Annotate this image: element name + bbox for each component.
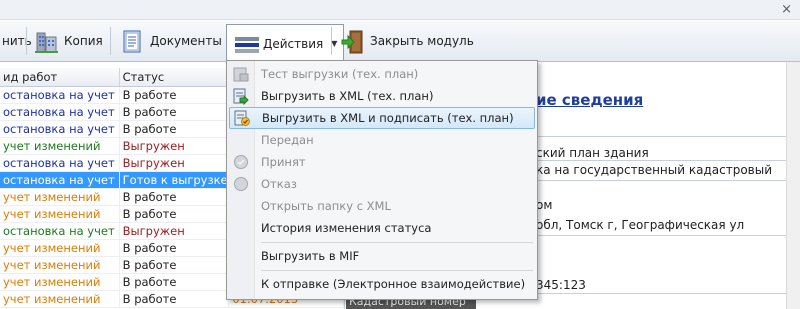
actions-button[interactable]: Действия ▼ xyxy=(226,24,345,62)
rejected-icon xyxy=(229,173,253,195)
export-xml-icon xyxy=(229,85,253,107)
cell-work-type: учет изменений xyxy=(0,189,120,205)
detail-line: обл, Томск г, Географическая ул xyxy=(536,218,745,232)
detail-scrollbar[interactable] xyxy=(786,62,800,309)
documents-button[interactable]: Документы ▼ xyxy=(114,24,242,58)
cell-status: В работе xyxy=(120,189,230,205)
cell-status: В работе xyxy=(120,274,230,290)
menu-item-export-mif[interactable]: Выгрузить в MIF xyxy=(229,245,535,267)
cell-status: В работе xyxy=(120,291,230,307)
close-module-label: Закрыть модуль xyxy=(370,34,474,48)
menu-item-open-xml-folder[interactable]: Открыть папку с XML xyxy=(229,195,535,217)
menu-item-export-xml[interactable]: Выгрузить в XML (тех. план) xyxy=(229,85,535,107)
detail-divider xyxy=(536,235,786,236)
cell-status: В работе xyxy=(120,257,230,273)
menu-item-transferred[interactable]: Передан xyxy=(229,129,535,151)
test-upload-icon xyxy=(229,63,253,85)
cell-work-type: остановка на учет xyxy=(0,155,120,171)
cell-status: Выгружен xyxy=(120,155,230,171)
documents-label: Документы xyxy=(150,34,222,48)
detail-line: ом xyxy=(536,198,553,212)
actions-dropdown-menu: Тест выгрузки (тех. план) Выгрузить в XM… xyxy=(226,60,538,300)
menu-item-test-upload[interactable]: Тест выгрузки (тех. план) xyxy=(229,63,535,85)
cell-status: Выгружен xyxy=(120,138,230,154)
detail-line: ка на государственный кадастровый xyxy=(536,163,773,177)
cell-work-type: остановка на учет xyxy=(0,172,120,188)
cell-status: Выгружен xyxy=(120,223,230,239)
menu-item-send-electronic[interactable]: К отправке (Электронное взаимодействие) xyxy=(229,273,535,295)
actions-icon xyxy=(233,32,259,56)
column-header-work-type[interactable]: ид работ xyxy=(0,68,120,86)
detail-divider xyxy=(536,136,786,137)
cell-work-type: учет изменений xyxy=(0,206,120,222)
menu-item-export-xml-sign[interactable]: Выгрузить в XML и подписать (тех. план) xyxy=(229,107,535,129)
close-module-button[interactable]: Закрыть модуль xyxy=(334,24,480,58)
copy-label: Копия xyxy=(64,34,103,48)
cell-work-type: остановка на учет xyxy=(0,87,120,103)
exit-door-icon xyxy=(340,29,364,54)
copy-button[interactable]: Копия xyxy=(28,24,109,58)
detail-line: 345:123 xyxy=(536,278,586,292)
cell-status: Готов к выгрузке xyxy=(120,172,230,188)
cell-work-type: учет изменений xyxy=(0,257,120,273)
cell-status: В работе xyxy=(120,240,230,256)
menu-item-accepted[interactable]: Принят xyxy=(229,151,535,173)
cell-work-type: учет изменений xyxy=(0,240,120,256)
toolbar: нить Копия Документы Действия ▼ Закрыть … xyxy=(0,21,800,62)
menu-item-status-history[interactable]: История изменения статуса xyxy=(229,217,535,239)
cell-work-type: учет изменений xyxy=(0,291,120,307)
actions-label: Действия xyxy=(263,36,324,51)
column-header-status[interactable]: Статус xyxy=(120,68,230,86)
cell-status: В работе xyxy=(120,87,230,103)
detail-divider xyxy=(536,160,786,161)
detail-divider xyxy=(536,293,786,294)
cell-work-type: остановка на учет xyxy=(0,121,120,137)
export-sign-icon xyxy=(230,107,254,129)
window-title-bar: × xyxy=(0,0,800,20)
menu-item-rejected[interactable]: Отказ xyxy=(229,173,535,195)
buildings-icon xyxy=(34,29,58,53)
cell-status: В работе xyxy=(120,121,230,137)
detail-heading: ие сведения xyxy=(536,91,644,109)
cell-work-type: учет изменений xyxy=(0,138,120,154)
accepted-icon xyxy=(229,151,253,173)
cell-work-type: остановка на учет xyxy=(0,104,120,120)
menu-separator xyxy=(261,242,533,243)
toolbar-separator xyxy=(26,27,27,55)
detail-divider xyxy=(536,180,786,181)
cell-work-type: остановка на учет xyxy=(0,223,120,239)
close-icon[interactable]: × xyxy=(781,2,792,17)
cell-status: В работе xyxy=(120,104,230,120)
menu-separator xyxy=(261,270,533,271)
toolbar-separator xyxy=(110,27,111,55)
cell-status: В работе xyxy=(120,206,230,222)
toolbar-separator xyxy=(331,27,332,55)
documents-icon xyxy=(120,29,144,53)
cell-work-type: учет изменений xyxy=(0,274,120,290)
detail-line: ский план здания xyxy=(536,146,649,160)
